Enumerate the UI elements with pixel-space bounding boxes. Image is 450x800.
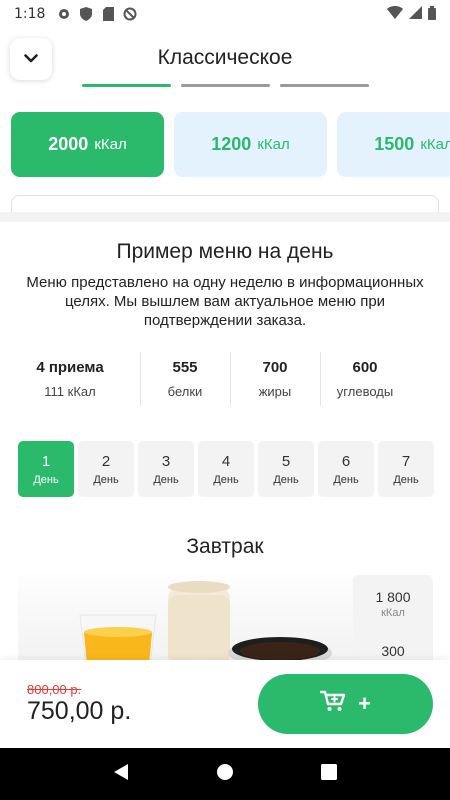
- calorie-value: 1500: [374, 134, 415, 154]
- day-number: 6: [341, 452, 351, 470]
- day-tab-1[interactable]: 1 День: [18, 441, 74, 497]
- day-tab-3[interactable]: 3 День: [138, 441, 194, 497]
- day-tab-5[interactable]: 5 День: [258, 441, 314, 497]
- day-label: День: [393, 473, 419, 486]
- day-label: День: [213, 473, 239, 486]
- nutrition-stats: 4 приема 111 кКал 555 белки 700 жиры 600…: [0, 350, 450, 408]
- meal-photo: [18, 575, 358, 665]
- sd-card-icon: [101, 7, 115, 21]
- stat-value: 700: [262, 359, 288, 376]
- meal-title: Завтрак: [186, 535, 264, 558]
- system-nav-bar: [0, 748, 450, 800]
- day-tab-4[interactable]: 4 День: [198, 441, 254, 497]
- tab-indicator-1[interactable]: [82, 84, 171, 87]
- old-price: 800,00 р.: [27, 682, 82, 697]
- meal-kcal-label: кКал: [381, 607, 405, 619]
- current-price: 750,00 р.: [27, 697, 132, 725]
- signal-icon: [409, 6, 422, 22]
- stat-label: 111 кКал: [44, 384, 96, 399]
- order-bar: 800,00 р. 750,00 р. +: [0, 660, 450, 748]
- day-tab-7[interactable]: 7 День: [378, 441, 434, 497]
- tab-indicators: [82, 84, 369, 87]
- day-number: 1: [41, 452, 51, 470]
- calorie-option-1500[interactable]: 1500 кКал: [337, 112, 450, 177]
- back-triangle-icon[interactable]: [113, 763, 129, 786]
- day-label: День: [333, 473, 359, 486]
- day-selector: 1 День 2 День 3 День 4 День 5 День 6 Ден…: [18, 441, 434, 497]
- menu-title: Пример меню на день: [116, 240, 334, 263]
- stat-value: 4 приема: [36, 359, 104, 376]
- day-tab-6[interactable]: 6 День: [318, 441, 374, 497]
- wifi-icon: [387, 6, 403, 22]
- stat-meals: 4 приема 111 кКал: [0, 350, 140, 408]
- meal-nutrition-card: 1 800 кКал 300: [353, 575, 433, 665]
- stat-label: белки: [167, 384, 203, 399]
- meal-kcal-value: 1 800: [375, 589, 411, 605]
- calorie-unit: кКал: [420, 136, 450, 153]
- tab-indicator-3[interactable]: [280, 84, 369, 87]
- day-number: 5: [281, 452, 291, 470]
- day-number: 7: [401, 452, 411, 470]
- settings-gear-icon: [57, 7, 71, 21]
- stat-label: жиры: [258, 384, 292, 399]
- calorie-unit: кКал: [257, 136, 290, 153]
- status-bar: 1:18: [0, 0, 450, 28]
- calorie-option-1200[interactable]: 1200 кКал: [174, 112, 327, 177]
- tab-indicator-2[interactable]: [181, 84, 270, 87]
- calorie-option-2000[interactable]: 2000 кКал: [11, 112, 164, 177]
- stat-protein: 555 белки: [140, 350, 230, 408]
- day-number: 2: [101, 452, 111, 470]
- recents-square-icon[interactable]: [320, 763, 337, 785]
- stat-value: 555: [172, 359, 198, 376]
- shield-icon: [79, 7, 93, 21]
- page-title: Классическое: [157, 46, 293, 69]
- home-circle-icon[interactable]: [216, 763, 234, 786]
- header: Классическое: [0, 28, 450, 88]
- day-label: День: [33, 473, 59, 486]
- status-time: 1:18: [14, 6, 46, 22]
- day-number: 4: [221, 452, 231, 470]
- no-disturb-icon: [123, 7, 137, 21]
- cart-icon: [319, 690, 346, 718]
- stat-fat: 700 жиры: [230, 350, 320, 408]
- stat-label: углеводы: [336, 384, 394, 399]
- day-tab-2[interactable]: 2 День: [78, 441, 134, 497]
- calorie-value: 1200: [211, 134, 252, 154]
- menu-description: Меню представлено на одну неделю в инфор…: [26, 274, 424, 329]
- section-divider: [0, 212, 450, 222]
- add-label: +: [358, 691, 371, 716]
- add-to-cart-button[interactable]: +: [258, 674, 433, 734]
- stat-carbs: 600 углеводы: [320, 350, 410, 408]
- day-label: День: [93, 473, 119, 486]
- calorie-unit: кКал: [94, 136, 127, 153]
- calorie-value: 2000: [48, 134, 89, 154]
- day-label: День: [153, 473, 179, 486]
- calorie-options: 2000 кКал 1200 кКал 1500 кКал: [11, 112, 450, 177]
- day-label: День: [273, 473, 299, 486]
- battery-icon: [428, 5, 436, 23]
- screen: 1:18 Классическое 2000 кКал 1200 кКал 15…: [0, 0, 450, 800]
- meal-protein-value: 300: [381, 643, 405, 659]
- stat-value: 600: [352, 359, 378, 376]
- day-number: 3: [161, 452, 171, 470]
